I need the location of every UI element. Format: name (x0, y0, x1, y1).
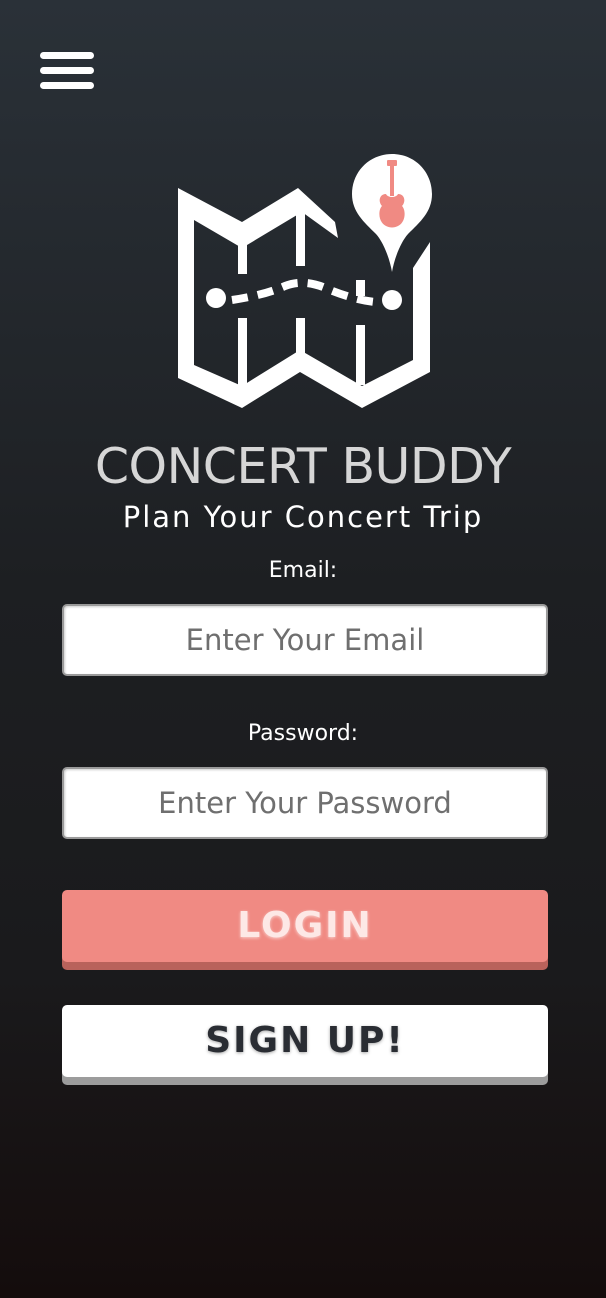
signup-button[interactable]: SIGN UP! (62, 1005, 548, 1077)
route-dashes (231, 278, 376, 306)
app-tagline: Plan Your Concert Trip (122, 500, 484, 534)
map-fold-line (356, 325, 365, 385)
map-fold-line (296, 318, 305, 358)
map-fold-line (238, 318, 247, 388)
map-fold-line (238, 238, 247, 274)
password-label: Password: (247, 721, 359, 746)
password-field[interactable] (62, 767, 548, 839)
map-fold-line (356, 280, 365, 296)
email-field[interactable] (62, 604, 548, 676)
menu-icon-bar (40, 52, 94, 59)
map-logo-icon (178, 154, 432, 408)
map-fold-line (296, 212, 305, 266)
login-button[interactable]: LOGIN (62, 890, 548, 962)
menu-icon[interactable] (40, 52, 94, 90)
email-label: Email: (268, 558, 338, 583)
route-end-dot (382, 290, 402, 310)
route-start-dot (206, 288, 226, 308)
menu-icon-bar (40, 82, 94, 89)
app-title: CONCERT BUDDY (94, 438, 512, 495)
menu-icon-bar (40, 67, 94, 74)
